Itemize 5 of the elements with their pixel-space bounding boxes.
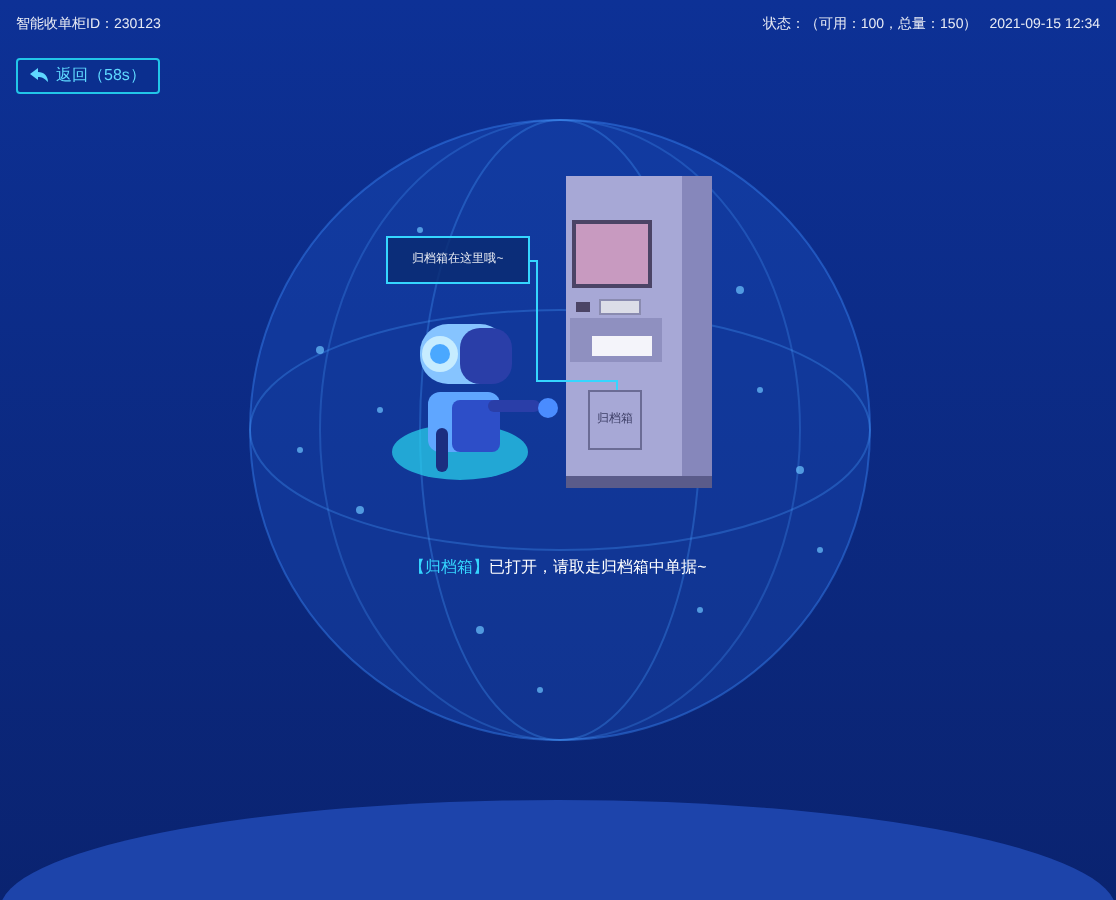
message-text: 已打开，请取走归档箱中单据~ <box>489 556 707 580</box>
back-button[interactable]: 返回（58s） <box>16 57 160 93</box>
highlight-text: 【归档箱】 <box>409 556 490 580</box>
leader-line <box>530 260 618 390</box>
reply-arrow-icon <box>30 68 48 82</box>
